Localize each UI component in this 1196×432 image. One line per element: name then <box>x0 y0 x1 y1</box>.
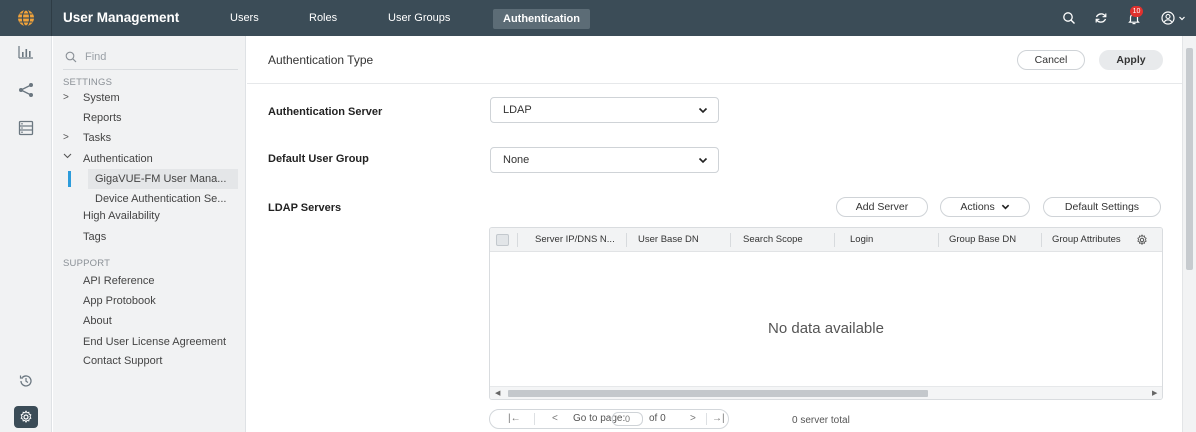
auth-server-label: Authentication Server <box>268 106 383 118</box>
sidebar-item-tasks[interactable]: Tasks <box>83 132 111 144</box>
server-total: 0 server total <box>792 415 850 426</box>
selected-indicator <box>68 171 71 187</box>
search-icon <box>65 51 77 62</box>
column-separator <box>938 233 939 247</box>
last-page-button[interactable]: →| <box>712 410 725 428</box>
gear-icon[interactable] <box>1136 234 1148 246</box>
column-header-server[interactable]: Server IP/DNS N... <box>535 228 615 252</box>
sidebar-item-reports[interactable]: Reports <box>83 112 122 124</box>
search-icon[interactable] <box>1060 0 1078 36</box>
sidebar-item-system[interactable]: System <box>83 92 120 104</box>
column-header-user-base-dn[interactable]: User Base DN <box>638 228 699 252</box>
bar-chart-icon[interactable] <box>0 40 52 64</box>
chevron-down-icon <box>698 157 708 164</box>
settings-sidebar: Find SETTINGS > System Reports > Tasks A… <box>53 36 246 432</box>
column-header-login[interactable]: Login <box>850 228 873 252</box>
column-separator <box>834 233 835 247</box>
tab-user-groups[interactable]: User Groups <box>388 0 450 36</box>
next-page-button[interactable]: > <box>690 410 696 428</box>
find-field[interactable]: Find <box>63 44 238 70</box>
scroll-right-icon[interactable]: ▶ <box>1152 387 1157 399</box>
add-server-button[interactable]: Add Server <box>836 197 928 217</box>
vertical-scrollbar[interactable] <box>1182 36 1196 432</box>
column-separator <box>1041 233 1042 247</box>
support-section-label: SUPPORT <box>63 258 111 269</box>
bell-icon[interactable]: 10 <box>1122 0 1146 36</box>
app-logo[interactable] <box>0 0 52 36</box>
globe-icon <box>17 9 34 27</box>
auth-server-select[interactable]: LDAP <box>490 97 719 123</box>
chevron-right-icon: > <box>63 132 69 143</box>
default-group-select[interactable]: None <box>490 147 719 173</box>
auth-server-value: LDAP <box>503 104 532 116</box>
gear-icon[interactable] <box>14 406 38 428</box>
column-separator <box>517 233 518 247</box>
page-count-label: of 0 <box>649 413 666 424</box>
sidebar-item-contact-support[interactable]: Contact Support <box>83 355 163 367</box>
apply-button[interactable]: Apply <box>1099 50 1163 70</box>
scroll-left-icon[interactable]: ◀ <box>495 387 500 399</box>
tab-authentication[interactable]: Authentication <box>493 9 590 29</box>
app-title: User Management <box>63 10 180 25</box>
sidebar-item-about[interactable]: About <box>83 315 112 327</box>
chevron-down-icon <box>1001 204 1009 210</box>
column-separator <box>730 233 731 247</box>
table-header: Server IP/DNS N... User Base DN Search S… <box>490 228 1162 252</box>
sidebar-item-api-reference[interactable]: API Reference <box>83 275 155 287</box>
share-icon[interactable] <box>0 78 52 102</box>
history-icon[interactable] <box>0 369 52 393</box>
tab-roles[interactable]: Roles <box>309 0 337 36</box>
sidebar-item-gigavue-fm-user-management[interactable]: GigaVUE-FM User Mana... <box>88 169 238 189</box>
pager-separator <box>534 413 535 425</box>
chevron-right-icon: > <box>63 92 69 103</box>
pagination: |← < Go to page: 0 of 0 > →| <box>489 409 729 429</box>
scrollbar-thumb[interactable] <box>508 390 928 397</box>
chevron-down-icon <box>698 107 708 114</box>
server-icon[interactable] <box>0 116 52 140</box>
first-page-button[interactable]: |← <box>508 410 521 428</box>
notification-badge: 10 <box>1130 6 1143 17</box>
sidebar-item-authentication[interactable]: Authentication <box>83 153 153 165</box>
find-placeholder: Find <box>85 50 107 63</box>
tab-users[interactable]: Users <box>230 0 259 36</box>
column-header-search-scope[interactable]: Search Scope <box>743 228 803 252</box>
actions-label: Actions <box>960 201 995 213</box>
horizontal-scrollbar[interactable]: ◀ ▶ <box>490 386 1162 399</box>
main-header: Authentication Type Cancel Apply <box>247 36 1182 84</box>
refresh-icon[interactable] <box>1092 0 1110 36</box>
empty-state: No data available <box>768 320 884 337</box>
ldap-servers-label: LDAP Servers <box>268 202 342 214</box>
sidebar-item-app-protobook[interactable]: App Protobook <box>83 295 156 307</box>
default-group-label: Default User Group <box>268 153 369 165</box>
page-number-input[interactable]: 0 <box>612 412 643 426</box>
ldap-servers-table: Server IP/DNS N... User Base DN Search S… <box>489 227 1163 400</box>
chevron-down-icon <box>1178 16 1185 21</box>
sidebar-item-eula[interactable]: End User License Agreement <box>83 336 226 348</box>
page-title: Authentication Type <box>268 53 374 67</box>
sidebar-item-device-authentication[interactable]: Device Authentication Se... <box>95 189 240 209</box>
top-bar: User Management Users Roles User Groups … <box>0 0 1196 36</box>
sidebar-item-tags[interactable]: Tags <box>83 231 106 243</box>
user-menu[interactable] <box>1158 0 1188 36</box>
settings-section-label: SETTINGS <box>63 77 113 88</box>
chevron-down-icon <box>63 151 72 163</box>
actions-button[interactable]: Actions <box>940 197 1030 217</box>
default-settings-button[interactable]: Default Settings <box>1043 197 1161 217</box>
column-header-group-attributes[interactable]: Group Attributes <box>1052 228 1132 252</box>
user-icon <box>1160 11 1175 25</box>
column-separator <box>626 233 627 247</box>
prev-page-button[interactable]: < <box>552 410 558 428</box>
default-group-value: None <box>503 154 530 166</box>
sidebar-item-high-availability[interactable]: High Availability <box>83 210 160 222</box>
vertical-scrollbar-thumb[interactable] <box>1186 48 1193 270</box>
main-panel: Authentication Type Cancel Apply Authent… <box>247 36 1182 432</box>
cancel-button[interactable]: Cancel <box>1017 50 1085 70</box>
icon-rail <box>0 36 52 432</box>
pager-separator <box>706 413 707 425</box>
select-all-checkbox[interactable] <box>496 234 509 246</box>
column-header-group-base-dn[interactable]: Group Base DN <box>949 228 1016 252</box>
